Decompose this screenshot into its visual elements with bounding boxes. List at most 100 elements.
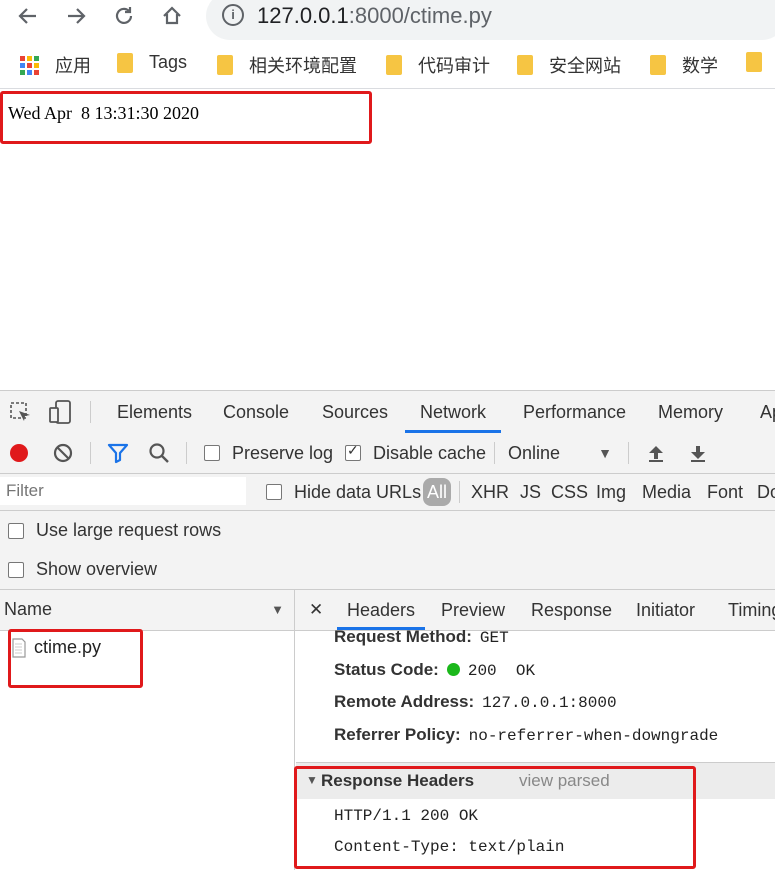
divider (186, 442, 187, 464)
tab-network[interactable]: Network (405, 391, 502, 433)
bookmark-label: 代码审计 (418, 56, 490, 76)
bookmark-label: 应用 (55, 56, 91, 76)
name-header-label: Name (4, 599, 53, 619)
network-toolbar: Preserve log Disable cache Online ▼ (0, 433, 775, 474)
checkbox-icon (8, 522, 24, 539)
reload-button[interactable] (104, 0, 144, 32)
export-har-button[interactable] (689, 433, 707, 473)
checkbox-icon (266, 484, 282, 500)
show-overview-checkbox[interactable]: Show overview (8, 559, 157, 580)
dropdown-arrow-icon: ▼ (598, 445, 612, 461)
header-value: GET (479, 629, 509, 647)
filter-type-media[interactable]: Media (642, 474, 691, 510)
filter-type-img[interactable]: Img (596, 474, 626, 510)
header-key: Referrer Policy: (334, 725, 461, 744)
forward-button[interactable] (56, 0, 96, 32)
reload-icon (115, 7, 133, 24)
url-text[interactable]: 127.0.0.1:8000/ctime.py (257, 3, 492, 29)
header-value: 127.0.0.1:8000 (482, 694, 617, 712)
detail-tabbar: ✕ Headers Preview Response Initiator Tim… (295, 590, 775, 631)
header-key: Remote Address: (334, 692, 475, 711)
inspect-element-icon[interactable] (10, 402, 32, 424)
tab-memory[interactable]: Memory (658, 391, 723, 433)
filter-type-css[interactable]: CSS (551, 474, 588, 510)
disable-cache-checkbox[interactable]: Disable cache (345, 433, 486, 473)
url-host: 127.0.0.1 (257, 3, 349, 28)
folder-icon (386, 55, 402, 75)
tab-preview[interactable]: Preview (441, 590, 505, 630)
bookmark-code-audit[interactable]: 代码审计 (386, 52, 490, 78)
import-har-button[interactable] (647, 433, 665, 473)
throttling-select[interactable]: Online ▼ (508, 433, 612, 473)
checkbox-checked-icon (345, 442, 361, 461)
large-rows-checkbox[interactable]: Use large request rows (8, 520, 221, 541)
general-header-row: Request Method: GET (334, 627, 509, 647)
filter-toggle-button[interactable] (107, 433, 129, 473)
filter-type-doc[interactable]: Do (757, 474, 775, 510)
filter-type-xhr[interactable]: XHR (471, 474, 509, 510)
close-icon[interactable]: ✕ (309, 590, 323, 630)
tab-application[interactable]: Ap (760, 391, 775, 433)
folder-icon (746, 52, 762, 72)
home-button[interactable] (152, 0, 192, 32)
general-header-row: Referrer Policy: no-referrer-when-downgra… (334, 725, 718, 745)
clear-button[interactable] (52, 433, 74, 473)
bookmark-env-config[interactable]: 相关环境配置 (217, 52, 357, 78)
funnel-icon (107, 443, 129, 464)
tab-initiator[interactable]: Initiator (636, 590, 695, 630)
record-icon (10, 444, 28, 462)
tab-elements[interactable]: Elements (117, 391, 192, 433)
search-icon (149, 443, 169, 463)
highlight-box-request (8, 629, 143, 688)
bookmark-math[interactable]: 数学 (650, 52, 718, 78)
bookmark-label: 安全网站 (549, 56, 621, 76)
clear-icon (53, 443, 73, 463)
header-value: 200 OK (467, 662, 536, 680)
filter-input[interactable] (0, 477, 246, 505)
tab-timing[interactable]: Timing (728, 590, 775, 630)
header-key: Request Method: (334, 627, 472, 646)
tab-headers[interactable]: Headers (337, 590, 426, 630)
preserve-log-checkbox[interactable]: Preserve log (204, 433, 333, 473)
bookmark-label: 相关环境配置 (249, 56, 357, 76)
search-button[interactable] (148, 433, 170, 473)
home-icon (163, 6, 181, 25)
hide-data-urls-checkbox[interactable]: Hide data URLs (266, 472, 421, 512)
bookmark-label: 数学 (682, 56, 718, 76)
arrow-right-icon (68, 8, 86, 24)
general-header-row: Remote Address: 127.0.0.1:8000 (334, 692, 617, 712)
header-key: Status Code: (334, 660, 439, 679)
filter-type-all[interactable]: All (423, 478, 452, 506)
info-icon[interactable]: i (222, 4, 244, 26)
folder-icon (217, 55, 233, 75)
large-rows-label: Use large request rows (36, 520, 222, 540)
tab-performance[interactable]: Performance (523, 391, 626, 433)
disable-cache-label: Disable cache (373, 442, 487, 463)
throttling-value: Online (508, 442, 561, 463)
show-overview-label: Show overview (36, 559, 158, 579)
hide-data-urls-label: Hide data URLs (294, 481, 422, 502)
checkbox-icon (204, 445, 220, 461)
tab-sources[interactable]: Sources (322, 391, 388, 433)
bookmark-tags[interactable]: Tags (117, 52, 187, 73)
record-button[interactable] (10, 433, 28, 473)
back-button[interactable] (8, 0, 48, 32)
filter-type-font[interactable]: Font (707, 474, 743, 510)
divider (628, 442, 629, 464)
status-ok-icon (446, 663, 460, 676)
bookmark-security-sites[interactable]: 安全网站 (517, 52, 621, 78)
bookmarks-bar: 应用 Tags 相关环境配置 代码审计 安全网站 数学 (0, 44, 775, 89)
divider (90, 442, 91, 464)
device-toolbar-icon[interactable] (48, 400, 74, 424)
highlight-box-response-headers (294, 766, 696, 869)
bookmark-label: Tags (149, 52, 188, 72)
bookmark-overflow[interactable] (746, 52, 775, 72)
name-column-header[interactable]: Name ▼ (0, 590, 295, 631)
bookmark-apps[interactable]: 应用 (20, 52, 91, 78)
filter-type-js[interactable]: JS (520, 474, 541, 510)
folder-icon (117, 52, 133, 73)
tab-console[interactable]: Console (223, 391, 289, 433)
preserve-log-label: Preserve log (232, 442, 334, 463)
tab-response[interactable]: Response (531, 590, 612, 630)
folder-icon (650, 55, 666, 75)
